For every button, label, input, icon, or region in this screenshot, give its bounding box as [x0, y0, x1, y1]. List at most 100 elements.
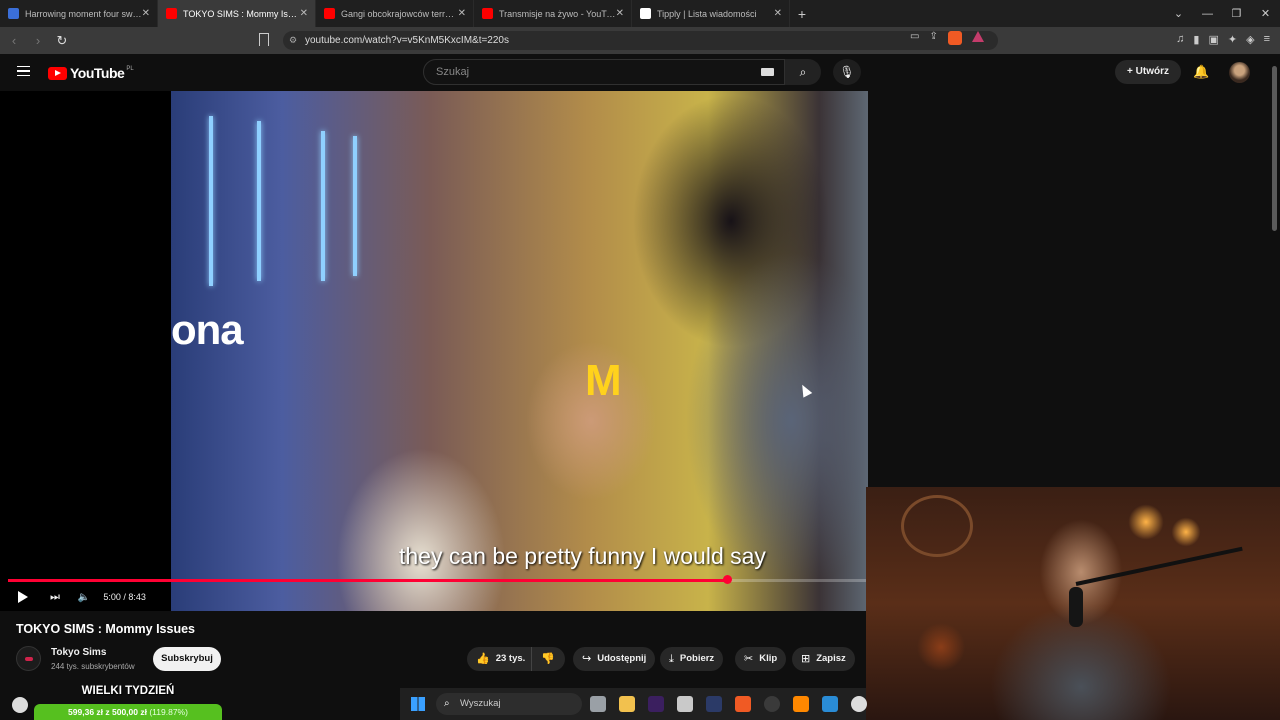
brave-browser-icon[interactable] [735, 696, 751, 712]
youtube-logo[interactable]: YouTube PL [48, 65, 134, 81]
browser-tab[interactable]: Tipply | Lista wiadomości ✕ [632, 0, 790, 27]
mic-arm [1075, 546, 1243, 586]
task-view-icon[interactable] [590, 696, 606, 712]
share-button[interactable]: ↪ Udostępnij [573, 647, 656, 671]
channel-avatar[interactable] [16, 646, 41, 671]
menu-icon[interactable]: ≡ [1264, 33, 1270, 46]
search-icon: ⌕ [799, 65, 807, 79]
close-icon[interactable]: ✕ [774, 8, 782, 19]
donation-percent: (119.87%) [149, 707, 188, 717]
region-code: PL [126, 66, 134, 72]
close-icon[interactable]: ✕ [300, 8, 308, 19]
url-text: youtube.com/watch?v=v5KnM5KxcIM&t=220s [305, 35, 509, 46]
browser-tab-active[interactable]: TOKYO SIMS : Mommy Issues ✕ [158, 0, 316, 27]
download-button[interactable]: ⤓ Pobierz [660, 647, 724, 671]
wallet-icon[interactable]: ▣ [1208, 33, 1218, 46]
browser-tab[interactable]: Gangi obcokrajowców terroryzują P ✕ [316, 0, 474, 27]
tab-title: TOKYO SIMS : Mommy Issues [183, 8, 301, 19]
youtube-favicon-icon [324, 8, 335, 19]
notifications-bell-icon[interactable]: 🔔 [1193, 64, 1209, 80]
youtube-masthead: YouTube PL Szukaj ⌕ 🎙 + Utwórz 🔔 [0, 54, 1280, 91]
user-avatar[interactable] [1229, 62, 1250, 83]
window-controls: ⌄ — ❐ ✕ [1164, 0, 1280, 27]
tipply-favicon-icon [640, 8, 651, 19]
brave-rewards-icon[interactable] [971, 31, 984, 42]
close-window-icon[interactable]: ✕ [1251, 7, 1280, 20]
wagon-wheel-decor [901, 495, 973, 557]
download-icon: ⤓ [669, 653, 674, 665]
progress-fill [8, 579, 727, 582]
close-icon[interactable]: ✕ [458, 8, 466, 19]
cast-icon[interactable]: ▭ [910, 31, 919, 45]
vpn-icon[interactable]: ◈ [1246, 33, 1254, 46]
like-button[interactable]: 👍 23 tys. [467, 647, 531, 671]
bookmark-icon[interactable] [259, 33, 269, 46]
site-info-icon[interactable]: ⚙ [289, 31, 297, 50]
youtube-play-icon [48, 66, 67, 80]
photos-icon[interactable] [822, 696, 838, 712]
vlc-icon[interactable] [793, 696, 809, 712]
play-icon[interactable] [18, 591, 28, 603]
voice-search-button[interactable]: 🎙 [833, 59, 861, 85]
tab-search-icon[interactable]: ⌄ [1164, 7, 1193, 20]
windows-taskbar: ⌕ Wyszukaj [400, 688, 867, 720]
keyboard-icon[interactable] [761, 68, 774, 76]
search-button[interactable]: ⌕ [785, 59, 821, 85]
clip-label: Klip [759, 653, 778, 664]
premiere-icon[interactable] [648, 696, 664, 712]
browser-tab-bar: Harrowing moment four sword-wie ✕ TOKYO … [0, 0, 1280, 27]
next-icon[interactable]: ⏭ [50, 591, 60, 604]
app-icon[interactable] [677, 696, 693, 712]
media-player-icon[interactable] [851, 696, 867, 712]
like-count: 23 tys. [495, 653, 526, 664]
url-field[interactable]: ⚙ youtube.com/watch?v=v5KnM5KxcIM&t=220s [283, 31, 998, 50]
leo-ai-icon[interactable]: ✦ [1228, 33, 1237, 46]
video-player[interactable]: ona M they can be pretty funny I would s… [0, 91, 868, 611]
share-icon[interactable]: ⇪ [929, 31, 937, 45]
taskbar-search-input[interactable]: ⌕ Wyszukaj [436, 693, 582, 715]
donation-goal-bar: 599,36 zł z 500,00 zł (119.87%) [34, 704, 222, 720]
progress-bar[interactable] [8, 575, 868, 584]
sidebar-icon[interactable]: ▮ [1193, 33, 1199, 46]
search-input[interactable]: Szukaj [423, 59, 785, 85]
plus-icon: + [1127, 66, 1133, 77]
mcdonalds-sign: M [585, 356, 622, 405]
neon-light [257, 121, 261, 281]
obs-icon[interactable] [764, 696, 780, 712]
media-icon[interactable]: ♫ [1176, 33, 1184, 46]
thumbs-up-icon: 👍 [476, 653, 490, 665]
channel-name[interactable]: Tokyo Sims [51, 647, 106, 658]
brave-shields-icon[interactable] [947, 31, 962, 45]
minimize-icon[interactable]: — [1193, 8, 1222, 20]
neon-light [353, 136, 357, 276]
subscribe-button[interactable]: Subskrybuj [153, 647, 221, 671]
browser-tab[interactable]: Harrowing moment four sword-wie ✕ [0, 0, 158, 27]
browser-tab[interactable]: Transmisje na żywo - YouTube Studi ✕ [474, 0, 632, 27]
save-label: Zapisz [816, 653, 846, 664]
create-button[interactable]: + Utwórz [1115, 60, 1181, 84]
save-button[interactable]: ⊞ Zapisz [792, 647, 855, 671]
close-icon[interactable]: ✕ [142, 8, 150, 19]
scrubber-handle[interactable] [722, 575, 732, 584]
close-icon[interactable]: ✕ [616, 8, 624, 19]
toolbar-icons: ♫ ▮ ▣ ✦ ◈ ≡ [1176, 33, 1270, 46]
back-icon[interactable]: ‹ [4, 33, 24, 48]
new-tab-icon[interactable]: + [790, 6, 814, 22]
tab-title: Harrowing moment four sword-wie [25, 8, 143, 19]
file-explorer-icon[interactable] [619, 696, 635, 712]
page-scrollbar[interactable] [1272, 66, 1277, 231]
share-label: Udostępnij [597, 653, 647, 664]
hamburger-menu-icon[interactable] [17, 66, 30, 76]
windows-start-icon[interactable] [411, 697, 425, 711]
tab-title: Tipply | Lista wiadomości [657, 8, 757, 19]
volume-icon[interactable]: 🔈 [78, 592, 90, 603]
clip-button[interactable]: ✂ Klip [735, 647, 787, 671]
subscriber-count: 244 tys. subskrybentów [51, 662, 135, 671]
forward-icon[interactable]: › [28, 33, 48, 48]
restore-icon[interactable]: ❐ [1222, 7, 1251, 20]
reload-icon[interactable]: ↻ [52, 33, 72, 49]
create-label: Utwórz [1135, 66, 1169, 77]
app-icon[interactable] [706, 696, 722, 712]
dislike-button[interactable]: 👎 [531, 647, 565, 671]
time-display: 5:00 / 8:43 [103, 592, 146, 602]
